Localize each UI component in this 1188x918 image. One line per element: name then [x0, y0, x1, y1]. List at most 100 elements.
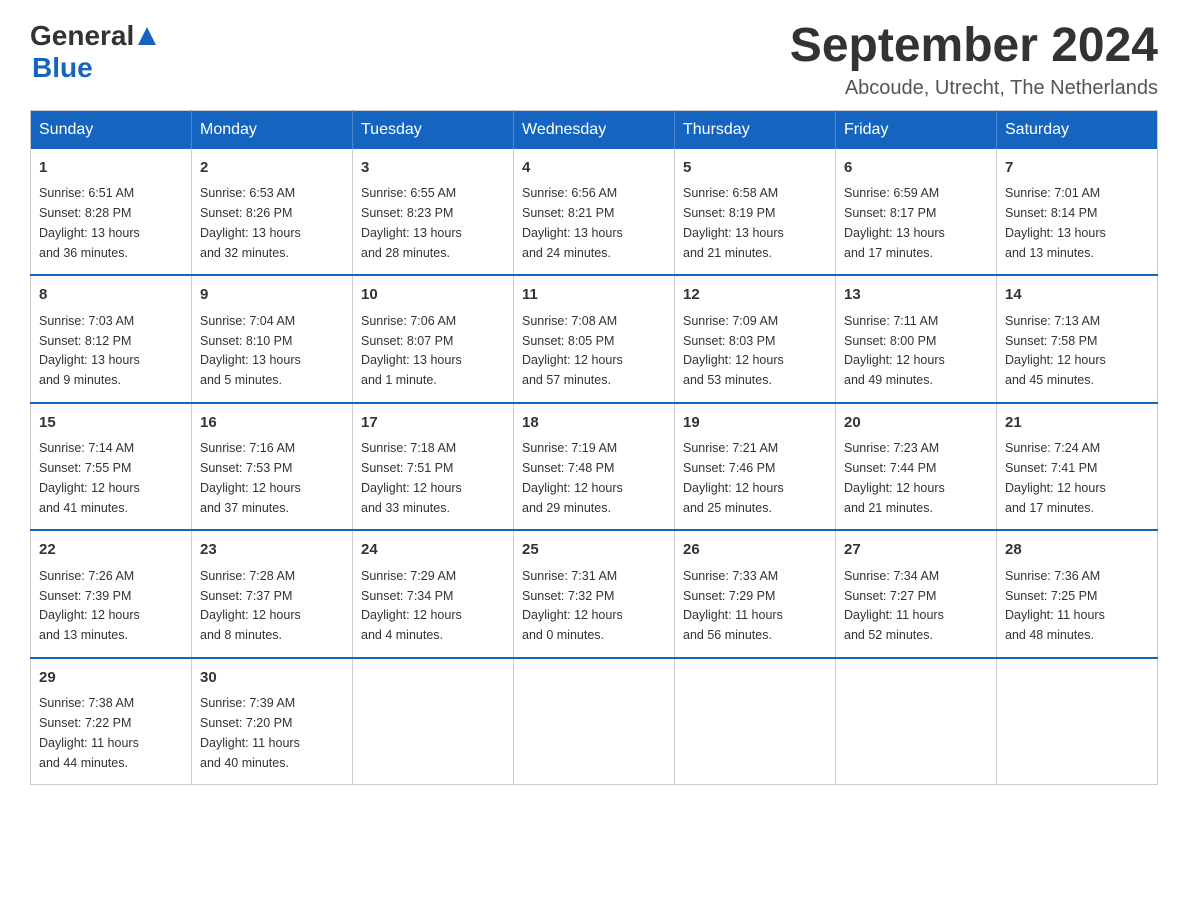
day-number: 24	[361, 539, 505, 562]
col-saturday: Saturday	[997, 110, 1158, 149]
day-info: Sunrise: 7:16 AMSunset: 7:53 PMDaylight:…	[200, 441, 301, 514]
day-number: 29	[39, 667, 183, 690]
day-info: Sunrise: 7:21 AMSunset: 7:46 PMDaylight:…	[683, 441, 784, 514]
day-number: 8	[39, 284, 183, 307]
day-number: 5	[683, 157, 827, 180]
calendar-cell: 20 Sunrise: 7:23 AMSunset: 7:44 PMDaylig…	[836, 403, 997, 531]
day-number: 28	[1005, 539, 1149, 562]
day-number: 15	[39, 412, 183, 435]
calendar-cell: 3 Sunrise: 6:55 AMSunset: 8:23 PMDayligh…	[353, 149, 514, 276]
col-wednesday: Wednesday	[514, 110, 675, 149]
day-info: Sunrise: 7:11 AMSunset: 8:00 PMDaylight:…	[844, 314, 945, 387]
calendar-cell: 10 Sunrise: 7:06 AMSunset: 8:07 PMDaylig…	[353, 275, 514, 403]
day-info: Sunrise: 7:31 AMSunset: 7:32 PMDaylight:…	[522, 569, 623, 642]
calendar-cell: 13 Sunrise: 7:11 AMSunset: 8:00 PMDaylig…	[836, 275, 997, 403]
day-info: Sunrise: 7:09 AMSunset: 8:03 PMDaylight:…	[683, 314, 784, 387]
calendar-cell: 28 Sunrise: 7:36 AMSunset: 7:25 PMDaylig…	[997, 530, 1158, 658]
day-info: Sunrise: 7:38 AMSunset: 7:22 PMDaylight:…	[39, 696, 139, 769]
day-info: Sunrise: 7:23 AMSunset: 7:44 PMDaylight:…	[844, 441, 945, 514]
day-number: 30	[200, 667, 344, 690]
day-number: 25	[522, 539, 666, 562]
day-info: Sunrise: 6:59 AMSunset: 8:17 PMDaylight:…	[844, 186, 945, 259]
calendar-cell: 15 Sunrise: 7:14 AMSunset: 7:55 PMDaylig…	[31, 403, 192, 531]
calendar-cell: 14 Sunrise: 7:13 AMSunset: 7:58 PMDaylig…	[997, 275, 1158, 403]
logo-general: General	[30, 20, 134, 52]
day-info: Sunrise: 7:08 AMSunset: 8:05 PMDaylight:…	[522, 314, 623, 387]
day-info: Sunrise: 7:33 AMSunset: 7:29 PMDaylight:…	[683, 569, 783, 642]
calendar-cell: 30 Sunrise: 7:39 AMSunset: 7:20 PMDaylig…	[192, 658, 353, 785]
logo-blue: Blue	[32, 52, 93, 84]
calendar-cell: 16 Sunrise: 7:16 AMSunset: 7:53 PMDaylig…	[192, 403, 353, 531]
day-number: 4	[522, 157, 666, 180]
day-number: 27	[844, 539, 988, 562]
calendar-header-row: Sunday Monday Tuesday Wednesday Thursday…	[31, 110, 1158, 149]
day-number: 2	[200, 157, 344, 180]
day-info: Sunrise: 7:39 AMSunset: 7:20 PMDaylight:…	[200, 696, 300, 769]
page-header: General Blue September 2024 Abcoude, Utr…	[30, 20, 1158, 100]
calendar-week-row: 29 Sunrise: 7:38 AMSunset: 7:22 PMDaylig…	[31, 658, 1158, 785]
day-number: 10	[361, 284, 505, 307]
day-number: 26	[683, 539, 827, 562]
day-info: Sunrise: 7:13 AMSunset: 7:58 PMDaylight:…	[1005, 314, 1106, 387]
day-info: Sunrise: 7:01 AMSunset: 8:14 PMDaylight:…	[1005, 186, 1106, 259]
calendar-cell: 23 Sunrise: 7:28 AMSunset: 7:37 PMDaylig…	[192, 530, 353, 658]
day-info: Sunrise: 6:55 AMSunset: 8:23 PMDaylight:…	[361, 186, 462, 259]
col-tuesday: Tuesday	[353, 110, 514, 149]
day-info: Sunrise: 6:51 AMSunset: 8:28 PMDaylight:…	[39, 186, 140, 259]
month-title: September 2024	[790, 20, 1158, 73]
calendar-cell: 9 Sunrise: 7:04 AMSunset: 8:10 PMDayligh…	[192, 275, 353, 403]
calendar-cell: 1 Sunrise: 6:51 AMSunset: 8:28 PMDayligh…	[31, 149, 192, 276]
logo-icon	[136, 25, 158, 47]
location-title: Abcoude, Utrecht, The Netherlands	[790, 77, 1158, 100]
title-area: September 2024 Abcoude, Utrecht, The Net…	[790, 20, 1158, 100]
calendar-cell: 11 Sunrise: 7:08 AMSunset: 8:05 PMDaylig…	[514, 275, 675, 403]
day-info: Sunrise: 7:14 AMSunset: 7:55 PMDaylight:…	[39, 441, 140, 514]
calendar-cell: 19 Sunrise: 7:21 AMSunset: 7:46 PMDaylig…	[675, 403, 836, 531]
calendar-cell	[836, 658, 997, 785]
day-info: Sunrise: 7:19 AMSunset: 7:48 PMDaylight:…	[522, 441, 623, 514]
calendar-cell	[997, 658, 1158, 785]
day-info: Sunrise: 6:56 AMSunset: 8:21 PMDaylight:…	[522, 186, 623, 259]
day-number: 20	[844, 412, 988, 435]
day-number: 14	[1005, 284, 1149, 307]
col-thursday: Thursday	[675, 110, 836, 149]
day-info: Sunrise: 7:18 AMSunset: 7:51 PMDaylight:…	[361, 441, 462, 514]
day-number: 19	[683, 412, 827, 435]
day-number: 11	[522, 284, 666, 307]
day-number: 21	[1005, 412, 1149, 435]
day-number: 18	[522, 412, 666, 435]
calendar-cell: 12 Sunrise: 7:09 AMSunset: 8:03 PMDaylig…	[675, 275, 836, 403]
day-number: 3	[361, 157, 505, 180]
calendar-cell: 27 Sunrise: 7:34 AMSunset: 7:27 PMDaylig…	[836, 530, 997, 658]
day-number: 22	[39, 539, 183, 562]
calendar-week-row: 22 Sunrise: 7:26 AMSunset: 7:39 PMDaylig…	[31, 530, 1158, 658]
calendar-cell: 4 Sunrise: 6:56 AMSunset: 8:21 PMDayligh…	[514, 149, 675, 276]
calendar-cell: 7 Sunrise: 7:01 AMSunset: 8:14 PMDayligh…	[997, 149, 1158, 276]
calendar-cell: 17 Sunrise: 7:18 AMSunset: 7:51 PMDaylig…	[353, 403, 514, 531]
day-info: Sunrise: 7:28 AMSunset: 7:37 PMDaylight:…	[200, 569, 301, 642]
day-number: 17	[361, 412, 505, 435]
calendar-cell: 25 Sunrise: 7:31 AMSunset: 7:32 PMDaylig…	[514, 530, 675, 658]
calendar-cell: 22 Sunrise: 7:26 AMSunset: 7:39 PMDaylig…	[31, 530, 192, 658]
day-number: 13	[844, 284, 988, 307]
calendar-cell: 8 Sunrise: 7:03 AMSunset: 8:12 PMDayligh…	[31, 275, 192, 403]
day-info: Sunrise: 7:06 AMSunset: 8:07 PMDaylight:…	[361, 314, 462, 387]
day-info: Sunrise: 7:03 AMSunset: 8:12 PMDaylight:…	[39, 314, 140, 387]
day-info: Sunrise: 7:36 AMSunset: 7:25 PMDaylight:…	[1005, 569, 1105, 642]
day-info: Sunrise: 7:26 AMSunset: 7:39 PMDaylight:…	[39, 569, 140, 642]
day-info: Sunrise: 7:24 AMSunset: 7:41 PMDaylight:…	[1005, 441, 1106, 514]
day-number: 12	[683, 284, 827, 307]
calendar-cell	[675, 658, 836, 785]
day-info: Sunrise: 7:34 AMSunset: 7:27 PMDaylight:…	[844, 569, 944, 642]
calendar-week-row: 1 Sunrise: 6:51 AMSunset: 8:28 PMDayligh…	[31, 149, 1158, 276]
day-info: Sunrise: 6:53 AMSunset: 8:26 PMDaylight:…	[200, 186, 301, 259]
calendar-table: Sunday Monday Tuesday Wednesday Thursday…	[30, 110, 1158, 786]
col-sunday: Sunday	[31, 110, 192, 149]
day-info: Sunrise: 7:04 AMSunset: 8:10 PMDaylight:…	[200, 314, 301, 387]
day-number: 1	[39, 157, 183, 180]
day-number: 16	[200, 412, 344, 435]
calendar-cell	[353, 658, 514, 785]
calendar-cell: 6 Sunrise: 6:59 AMSunset: 8:17 PMDayligh…	[836, 149, 997, 276]
day-number: 7	[1005, 157, 1149, 180]
calendar-week-row: 15 Sunrise: 7:14 AMSunset: 7:55 PMDaylig…	[31, 403, 1158, 531]
